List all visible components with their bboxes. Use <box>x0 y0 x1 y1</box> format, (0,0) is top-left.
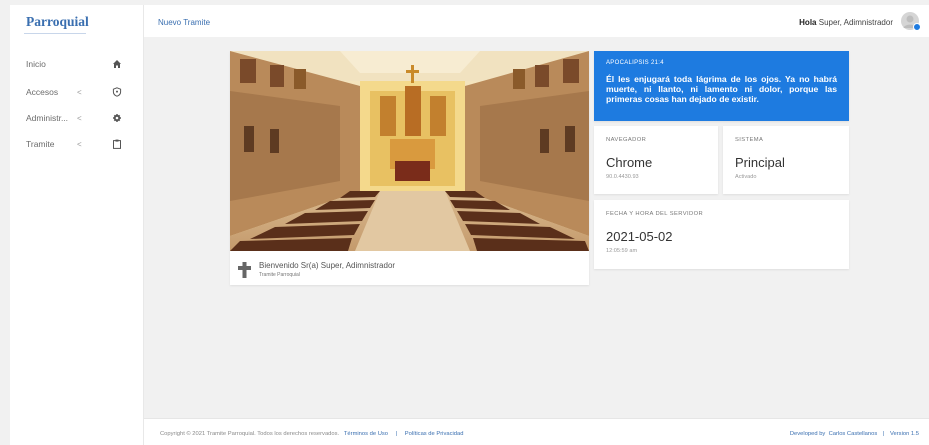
sidebar: Parroquial Inicio Accesos < Administr...… <box>10 5 144 445</box>
welcome-subtitle: Tramite Parroquial <box>259 272 300 278</box>
welcome-message: Bienvenido Sr(a) Super, Adimnistrador <box>259 261 396 270</box>
church-image <box>230 51 589 251</box>
chevron-left-icon: < <box>77 113 82 123</box>
greeting-hello: Hola <box>799 18 817 27</box>
system-caption: SISTEMA <box>735 137 764 143</box>
online-status-dot <box>913 23 921 31</box>
breadcrumb[interactable]: Nuevo Tramite <box>158 18 210 27</box>
chevron-left-icon: < <box>77 87 82 97</box>
browser-card: NAVEGADOR Chrome 90.0.4430.93 <box>594 126 718 194</box>
sidebar-item-accesos[interactable]: Accesos < <box>10 82 144 102</box>
church-card-footer: Bienvenido Sr(a) Super, Adimnistrador Tr… <box>230 251 589 285</box>
footer-separator: | <box>395 431 398 437</box>
server-datetime-caption: FECHA Y HORA DEL SERVIDOR <box>606 211 704 217</box>
verse-reference: APOCALIPSIS 21:4 <box>606 60 664 66</box>
footer: Copyright © 2021 Tramite Parroquial. Tod… <box>144 418 929 445</box>
developed-by-label: Developed by <box>789 431 826 437</box>
footer-separator: | <box>882 431 885 437</box>
home-icon <box>111 58 123 70</box>
gear-icon <box>111 112 123 124</box>
church-interior-illustration <box>230 51 589 251</box>
system-name: Principal <box>735 155 785 170</box>
shield-icon <box>111 86 123 98</box>
copyright-text: Copyright © 2021 Tramite Parroquial. Tod… <box>160 431 340 437</box>
verse-text: Él les enjugará toda lágrima de los ojos… <box>606 74 837 104</box>
footer-right: Developed by Carlos Castellanos | Versio… <box>790 431 919 437</box>
footer-left: Copyright © 2021 Tramite Parroquial. Tod… <box>160 431 463 437</box>
brand-divider <box>24 33 86 34</box>
browser-name: Chrome <box>606 155 653 170</box>
author-link[interactable]: Carlos Castellanos <box>829 431 878 437</box>
browser-version: 90.0.4430.93 <box>606 174 639 180</box>
privacy-link[interactable]: Políticas de Privacidad <box>405 431 464 437</box>
server-date: 2021-05-02 <box>606 229 673 244</box>
system-status: Activado <box>735 174 757 180</box>
bible-verse-card: APOCALIPSIS 21:4 Él les enjugará toda lá… <box>594 51 849 121</box>
version-label: Version 1.5 <box>889 431 919 437</box>
chevron-left-icon: < <box>77 139 82 149</box>
sidebar-item-tramite[interactable]: Tramite < <box>10 134 144 154</box>
sidebar-item-label: Accesos <box>26 87 59 97</box>
server-datetime-card: FECHA Y HORA DEL SERVIDOR 2021-05-02 12:… <box>594 200 849 269</box>
greeting-username: Super, Adimnistrador <box>818 18 893 27</box>
server-time: 12:05:59 am <box>606 248 638 254</box>
sidebar-item-administracion[interactable]: Administr... < <box>10 108 144 128</box>
terms-link[interactable]: Términos de Uso <box>344 431 388 437</box>
sidebar-item-inicio[interactable]: Inicio <box>10 54 144 74</box>
top-bar: Nuevo Tramite Hola Super, Adimnistrador <box>144 5 929 37</box>
user-greeting[interactable]: Hola Super, Adimnistrador <box>799 18 893 27</box>
church-card: Bienvenido Sr(a) Super, Adimnistrador Tr… <box>230 51 589 285</box>
browser-caption: NAVEGADOR <box>606 137 647 143</box>
sidebar-item-label: Administr... <box>26 113 69 123</box>
system-card: SISTEMA Principal Activado <box>723 126 849 194</box>
cross-icon <box>238 262 251 278</box>
sidebar-item-label: Inicio <box>26 59 46 69</box>
brand-logo[interactable]: Parroquial <box>26 14 89 30</box>
clipboard-icon <box>111 138 123 150</box>
sidebar-item-label: Tramite <box>26 139 55 149</box>
